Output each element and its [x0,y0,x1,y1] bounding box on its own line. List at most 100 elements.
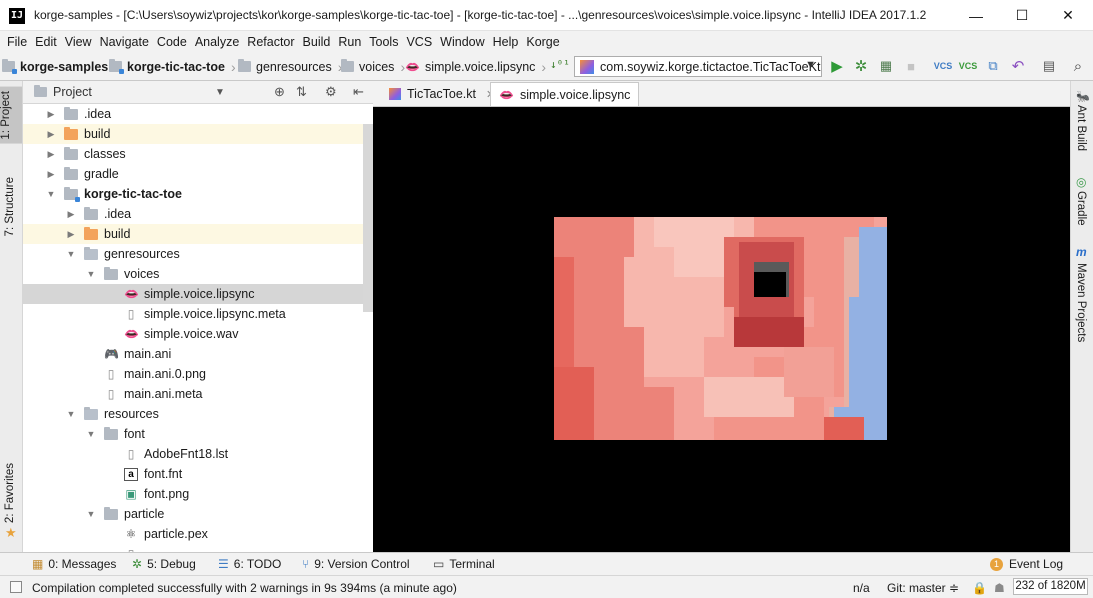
tree-scrollbar[interactable] [363,124,373,312]
tree-row[interactable]: a font.fnt [23,464,373,484]
close-button[interactable]: ✕ [1045,0,1091,31]
tree-row[interactable]: ▶ .idea [23,104,373,124]
tab-gradle[interactable]: Gradle [1075,191,1087,226]
menu-refactor[interactable]: Refactor [243,35,298,49]
tree-row[interactable]: ▯ AdobeFnt18.lst [23,444,373,464]
tree-row[interactable]: ▯ simple.voice.lipsync.meta [23,304,373,324]
coverage-icon[interactable]: ▦ [876,56,896,76]
tree-row[interactable]: 👄 simple.voice.lipsync [23,284,373,304]
menu-tools[interactable]: Tools [365,35,402,49]
tree-row[interactable]: 🎮 main.ani [23,344,373,364]
tree-row[interactable]: ▼ particle [23,504,373,524]
project-view-selector[interactable]: Project [34,85,92,99]
memory-indicator[interactable]: 232 of 1820M [1013,578,1088,595]
collapse-all-icon[interactable]: ⇅ [296,84,307,100]
tab-favorites[interactable]: 2: Favorites [4,463,16,523]
chevron-right-icon[interactable]: ▶ [66,229,76,240]
chevron-right-icon[interactable]: ▶ [46,169,56,180]
vcs-commit-icon[interactable]: VCS [958,56,978,76]
tree-row[interactable]: ▼ font [23,424,373,444]
breadcrumb-lipsync-file[interactable]: 👄 simple.voice.lipsync › [405,58,546,75]
chevron-down-icon[interactable]: ▼ [46,189,56,199]
chevron-right-icon[interactable]: ▶ [46,109,56,120]
tab-label: simple.voice.lipsync [519,87,631,102]
tree-row[interactable]: ▶ classes [23,144,373,164]
breadcrumb-korge-samples[interactable]: korge-samples› [2,58,119,75]
tree-row[interactable]: ▶ build [23,224,373,244]
editor-tab-bar: TicTacToe.kt ✕ 👄 simple.voice.lipsync [373,81,1070,107]
breadcrumb-voices[interactable]: voices › [341,58,405,75]
breadcrumb-genresources[interactable]: genresources› [238,58,342,75]
tool-todo[interactable]: ☰ 6: TODO [218,557,281,571]
tab-simple-voice-lipsync[interactable]: 👄 simple.voice.lipsync [490,82,640,106]
menu-help[interactable]: Help [489,35,523,49]
tree-row[interactable]: ▼ korge-tic-tac-toe [23,184,373,204]
tree-row[interactable]: 👄 simple.voice.wav [23,324,373,344]
tool-event-log[interactable]: 1 Event Log [990,557,1063,571]
tab-ant-build[interactable]: Ant Build [1075,105,1087,151]
tree-row[interactable]: ▶ build [23,124,373,144]
menu-navigate[interactable]: Navigate [96,35,153,49]
tree-row[interactable]: ▯ main.ani.0.png [23,364,373,384]
revert-icon[interactable]: ↶ [1008,56,1028,76]
kotlin-file-icon [389,88,401,100]
tab-maven-projects[interactable]: Maven Projects [1075,263,1087,342]
menu-window[interactable]: Window [436,35,488,49]
tab-project[interactable]: 1: Project [0,87,22,144]
tool-debug[interactable]: ✲ 5: Debug [132,557,196,571]
chevron-down-icon[interactable]: ▼ [215,87,225,98]
menu-vcs[interactable]: VCS [402,35,436,49]
menu-korge[interactable]: Korge [522,35,563,49]
menu-edit[interactable]: Edit [31,35,61,49]
hide-panel-icon[interactable]: ⇤ [353,84,364,100]
locate-icon[interactable]: ⊕ [274,84,285,100]
menu-run[interactable]: Run [334,35,365,49]
tab-structure[interactable]: 7: Structure [4,177,16,236]
tool-version-control[interactable]: ⑂ 9: Version Control [302,557,410,571]
tool-messages[interactable]: ▦ 0: Messages [32,557,116,571]
stop-icon[interactable]: ■ [901,56,921,76]
tree-row[interactable]: ▼ genresources [23,244,373,264]
tree-row[interactable]: ▯ main.ani.meta [23,384,373,404]
vcs-update-icon[interactable]: VCS [933,56,953,76]
tree-row[interactable]: ⚛ particle.pex [23,524,373,544]
tree-row[interactable]: ▣ font.png [23,484,373,504]
chevron-down-icon[interactable]: ▼ [86,269,96,279]
run-icon[interactable]: ▶ [827,56,847,76]
chevron-right-icon[interactable]: ▶ [66,209,76,220]
tree-row[interactable]: ▯ [23,544,373,552]
debug-icon[interactable]: ✲ [851,56,871,76]
menu-build[interactable]: Build [299,35,335,49]
chevron-down-icon[interactable]: ▼ [86,509,96,519]
menu-analyze[interactable]: Analyze [191,35,243,49]
breadcrumb-korge-tic-tac-toe[interactable]: korge-tic-tac-toe › [109,58,236,75]
menu-code[interactable]: Code [153,35,191,49]
chevron-right-icon[interactable]: ▶ [46,149,56,160]
menu-view[interactable]: View [61,35,96,49]
search-everywhere-icon[interactable]: ⌕ [1068,56,1088,76]
chevron-down-icon[interactable]: ▼ [86,429,96,439]
project-structure-icon[interactable]: ▤ [1039,56,1059,76]
tool-terminal[interactable]: ▭ Terminal [433,557,495,571]
compare-icon[interactable]: ⧉ [983,56,1003,76]
lock-icon[interactable]: 🔒 [972,581,987,595]
run-configuration-select[interactable]: com.soywiz.korge.tictactoe.TicTacToeKt ▼ [574,56,822,77]
gear-icon[interactable]: ⚙ [325,84,337,100]
tree-row[interactable]: ▼ resources [23,404,373,424]
build-project-icon[interactable]: ↓⁰¹ [550,58,570,71]
chevron-down-icon[interactable]: ▼ [66,249,76,259]
chevron-right-icon[interactable]: ▶ [46,129,56,140]
tree-row[interactable]: ▼ voices [23,264,373,284]
maximize-button[interactable]: ☐ [999,0,1045,31]
tab-tictactoe-kt[interactable]: TicTacToe.kt ✕ [381,82,503,106]
chevron-down-icon[interactable]: ▼ [66,409,76,419]
menu-file[interactable]: File [3,35,31,49]
file-icon: ▯ [127,307,135,321]
image-file-icon: ▣ [125,487,137,501]
git-branch-widget[interactable]: Git: master ≑ [887,581,959,595]
hector-icon[interactable]: ☗ [994,581,1005,595]
toggle-tool-windows-icon[interactable] [10,581,22,593]
tree-row[interactable]: ▶ .idea [23,204,373,224]
minimize-button[interactable]: — [953,0,999,31]
tree-row[interactable]: ▶ gradle [23,164,373,184]
